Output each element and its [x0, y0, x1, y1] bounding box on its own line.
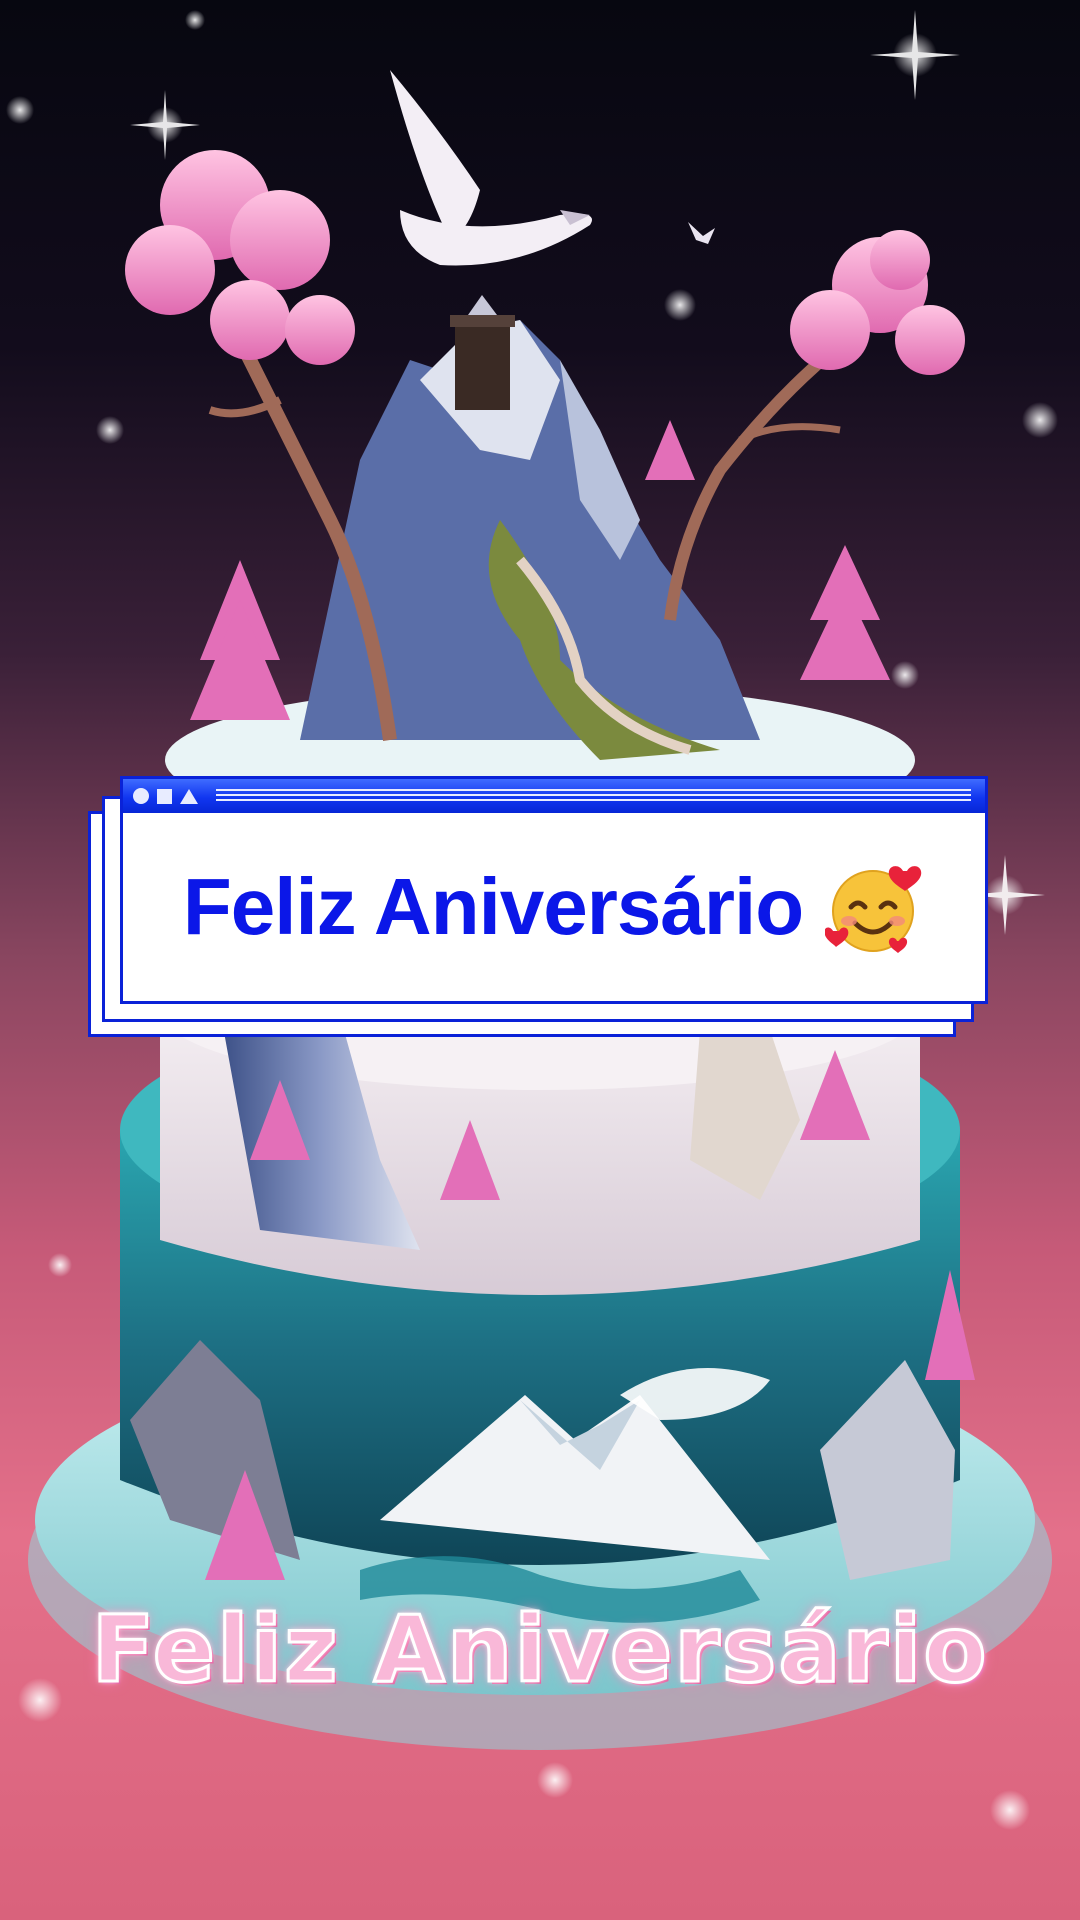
birthday-title: Feliz Aniversário [182, 862, 804, 951]
title-card-window: Feliz Aniversário [88, 776, 992, 1038]
window-content: Feliz Aniversário [123, 813, 985, 1001]
circle-control-icon [133, 788, 149, 804]
video-frame: Feliz Aniversário Feliz Aniversário [0, 0, 1080, 1920]
bottom-caption: Feliz Aniversário [90, 1595, 989, 1705]
window-frame: Feliz Aniversário [120, 776, 988, 1004]
square-control-icon [157, 788, 172, 804]
titlebar-stripes [216, 789, 971, 803]
smiling-face-with-hearts-icon [825, 866, 922, 953]
window-titlebar [123, 779, 985, 813]
triangle-control-icon [180, 788, 198, 804]
